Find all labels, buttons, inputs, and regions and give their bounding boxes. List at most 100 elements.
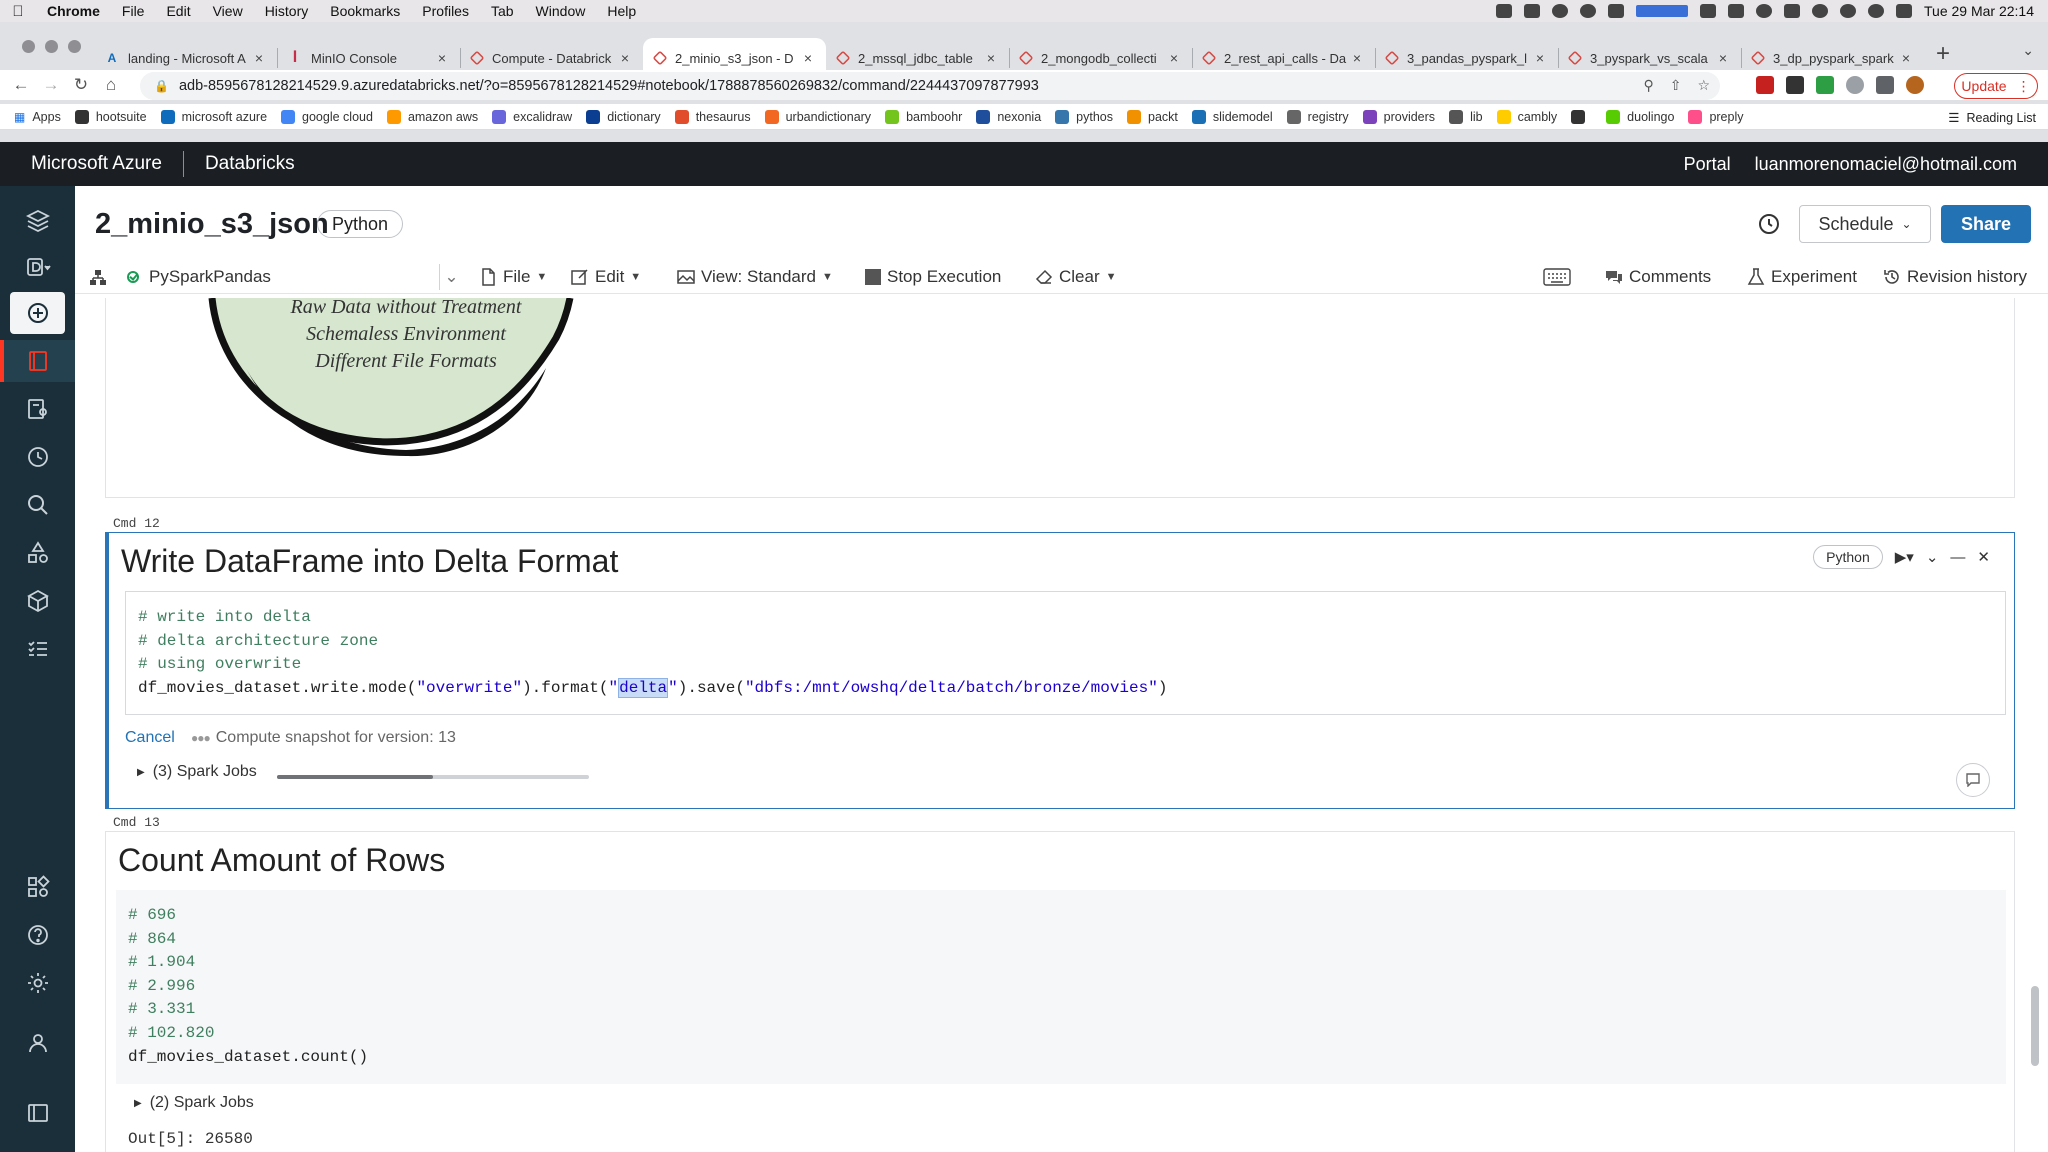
sidebar-workspace[interactable] bbox=[0, 340, 75, 382]
bluetooth-icon[interactable] bbox=[1812, 4, 1828, 18]
bookmark-item[interactable] bbox=[1571, 109, 1592, 124]
portal-link[interactable]: Portal bbox=[1684, 154, 1731, 175]
extension-icon[interactable] bbox=[1816, 76, 1834, 94]
sidebar-persona-switcher[interactable] bbox=[0, 246, 75, 288]
code-editor[interactable]: # 696 # 864 # 1.904 # 2.996 # 3.331 # 10… bbox=[116, 890, 2006, 1084]
cell-count-rows[interactable]: Count Amount of Rows # 696 # 864 # 1.904… bbox=[105, 831, 2015, 1152]
tray-icon[interactable] bbox=[1552, 4, 1568, 18]
sidebar-logo[interactable] bbox=[0, 200, 75, 242]
cloud-icon[interactable] bbox=[1580, 4, 1596, 18]
tray-icon[interactable] bbox=[1728, 4, 1744, 18]
address-bar[interactable]: 🔒 adb-8595678128214529.9.azuredatabricks… bbox=[140, 72, 1720, 100]
bookmark-item[interactable]: preply bbox=[1688, 109, 1743, 124]
brand-label[interactable]: Microsoft Azure bbox=[31, 153, 162, 175]
spark-jobs-toggle[interactable]: ▶ (2) Spark Jobs bbox=[134, 1094, 254, 1112]
tray-icon[interactable] bbox=[1700, 4, 1716, 18]
bookmark-item[interactable]: excalidraw bbox=[492, 109, 572, 124]
control-center-icon[interactable] bbox=[1896, 4, 1912, 18]
close-icon[interactable]: ✕ bbox=[1977, 548, 1990, 566]
meter-icon[interactable] bbox=[1636, 5, 1688, 17]
cell-write-delta[interactable]: Write DataFrame into Delta Format Python… bbox=[105, 532, 2015, 809]
bookmark-item[interactable]: bamboohr bbox=[885, 109, 962, 124]
share-button[interactable]: Share bbox=[1941, 205, 2031, 243]
comments-button[interactable]: Comments bbox=[1605, 264, 1711, 290]
sidebar-recents[interactable] bbox=[0, 436, 75, 478]
menu-edit[interactable]: Edit bbox=[155, 3, 201, 19]
edit-menu[interactable]: Edit ▼ bbox=[571, 264, 641, 290]
bookmark-item[interactable]: slidemodel bbox=[1191, 109, 1273, 124]
reload-icon[interactable]: ↻ bbox=[66, 75, 96, 95]
bookmark-item[interactable]: packt bbox=[1127, 109, 1178, 124]
experiment-button[interactable]: Experiment bbox=[1747, 264, 1857, 290]
sidebar-search[interactable] bbox=[0, 484, 75, 526]
tray-icon[interactable] bbox=[1784, 4, 1800, 18]
tab-close-icon[interactable]: × bbox=[800, 50, 816, 66]
file-menu[interactable]: File ▼ bbox=[479, 264, 547, 290]
menu-file[interactable]: File bbox=[111, 3, 156, 19]
menu-history[interactable]: History bbox=[254, 3, 320, 19]
sidebar-create[interactable] bbox=[10, 292, 65, 334]
close-window-button[interactable] bbox=[22, 40, 35, 53]
bookmark-star-icon[interactable]: ☆ bbox=[1697, 77, 1710, 94]
bookmark-item[interactable]: amazon aws bbox=[386, 109, 478, 124]
tray-icon[interactable] bbox=[1496, 4, 1512, 18]
bookmark-item[interactable]: thesaurus bbox=[674, 109, 751, 124]
tab-close-icon[interactable]: × bbox=[1349, 50, 1365, 66]
cell-comment-button[interactable] bbox=[1956, 763, 1990, 797]
minimize-window-button[interactable] bbox=[45, 40, 58, 53]
tab-close-icon[interactable]: × bbox=[617, 50, 633, 66]
tab-close-icon[interactable]: × bbox=[1166, 50, 1182, 66]
code-editor[interactable]: # write into delta # delta architecture … bbox=[125, 591, 2006, 715]
schedule-button[interactable]: Schedule ⌄ bbox=[1799, 205, 1931, 243]
menu-app[interactable]: Chrome bbox=[36, 3, 111, 19]
bookmark-item[interactable]: providers bbox=[1362, 109, 1435, 124]
sidebar-repos[interactable] bbox=[0, 388, 75, 430]
sidebar-help[interactable] bbox=[0, 914, 75, 956]
spark-jobs-toggle[interactable]: ▶ (3) Spark Jobs bbox=[137, 763, 257, 781]
tab-close-icon[interactable]: × bbox=[434, 50, 450, 66]
view-menu[interactable]: View: Standard ▼ bbox=[677, 264, 833, 290]
bookmark-item[interactable]: google cloud bbox=[281, 109, 373, 124]
bookmark-item[interactable]: lib bbox=[1449, 109, 1483, 124]
menu-window[interactable]: Window bbox=[525, 3, 597, 19]
extension-icon[interactable] bbox=[1756, 76, 1774, 94]
sidebar-account[interactable] bbox=[0, 1022, 75, 1064]
menu-view[interactable]: View bbox=[202, 3, 254, 19]
bookmark-item[interactable]: pythos bbox=[1055, 109, 1113, 124]
sidebar-data[interactable] bbox=[0, 532, 75, 574]
cell-title[interactable]: Write DataFrame into Delta Format bbox=[121, 543, 618, 580]
cluster-selector[interactable]: PySparkPandas ⌄ bbox=[127, 264, 463, 290]
tray-icon[interactable] bbox=[1608, 4, 1624, 18]
main-scrollbar[interactable] bbox=[2031, 986, 2039, 1066]
run-cell-icon[interactable]: ▶▾ bbox=[1895, 548, 1914, 566]
keyboard-icon[interactable] bbox=[1543, 268, 1571, 286]
forward-icon[interactable]: → bbox=[36, 75, 66, 95]
home-icon[interactable]: ⌂ bbox=[96, 75, 126, 95]
extension-icon[interactable] bbox=[1786, 76, 1804, 94]
sidebar-collapse[interactable] bbox=[0, 1092, 75, 1134]
tab-close-icon[interactable]: × bbox=[1898, 50, 1914, 66]
reading-list[interactable]: ☰ Reading List bbox=[1948, 110, 2036, 126]
clear-menu[interactable]: Clear ▼ bbox=[1035, 264, 1117, 290]
bookmark-item[interactable]: dictionary bbox=[586, 109, 661, 124]
history-icon[interactable] bbox=[1757, 212, 1781, 236]
puzzle-icon[interactable] bbox=[1876, 76, 1894, 94]
apple-icon[interactable]:  bbox=[0, 3, 36, 20]
sidebar-jobs[interactable] bbox=[0, 628, 75, 670]
bookmark-item[interactable]: urbandictionary bbox=[764, 109, 871, 124]
cell-language-badge[interactable]: Python bbox=[1813, 545, 1883, 569]
new-tab-button[interactable]: + bbox=[1936, 40, 1950, 68]
update-button[interactable]: Update ⋮ bbox=[1954, 73, 2038, 99]
tray-icon[interactable] bbox=[1524, 4, 1540, 18]
sidebar-compute[interactable] bbox=[0, 580, 75, 622]
tab-close-icon[interactable]: × bbox=[251, 50, 267, 66]
tray-icon[interactable] bbox=[1756, 4, 1772, 18]
image-cell[interactable]: Raw Data without Treatment Schemaless En… bbox=[105, 298, 2015, 498]
clock[interactable]: Tue 29 Mar 22:14 bbox=[1924, 3, 2034, 19]
share-page-icon[interactable]: ⇧ bbox=[1670, 77, 1682, 94]
minimize-icon[interactable]: — bbox=[1950, 549, 1965, 566]
revision-history-button[interactable]: Revision history bbox=[1883, 264, 2027, 290]
menu-bookmarks[interactable]: Bookmarks bbox=[319, 3, 411, 19]
stop-execution-button[interactable]: Stop Execution bbox=[865, 264, 1001, 290]
sidebar-settings[interactable] bbox=[0, 962, 75, 1004]
